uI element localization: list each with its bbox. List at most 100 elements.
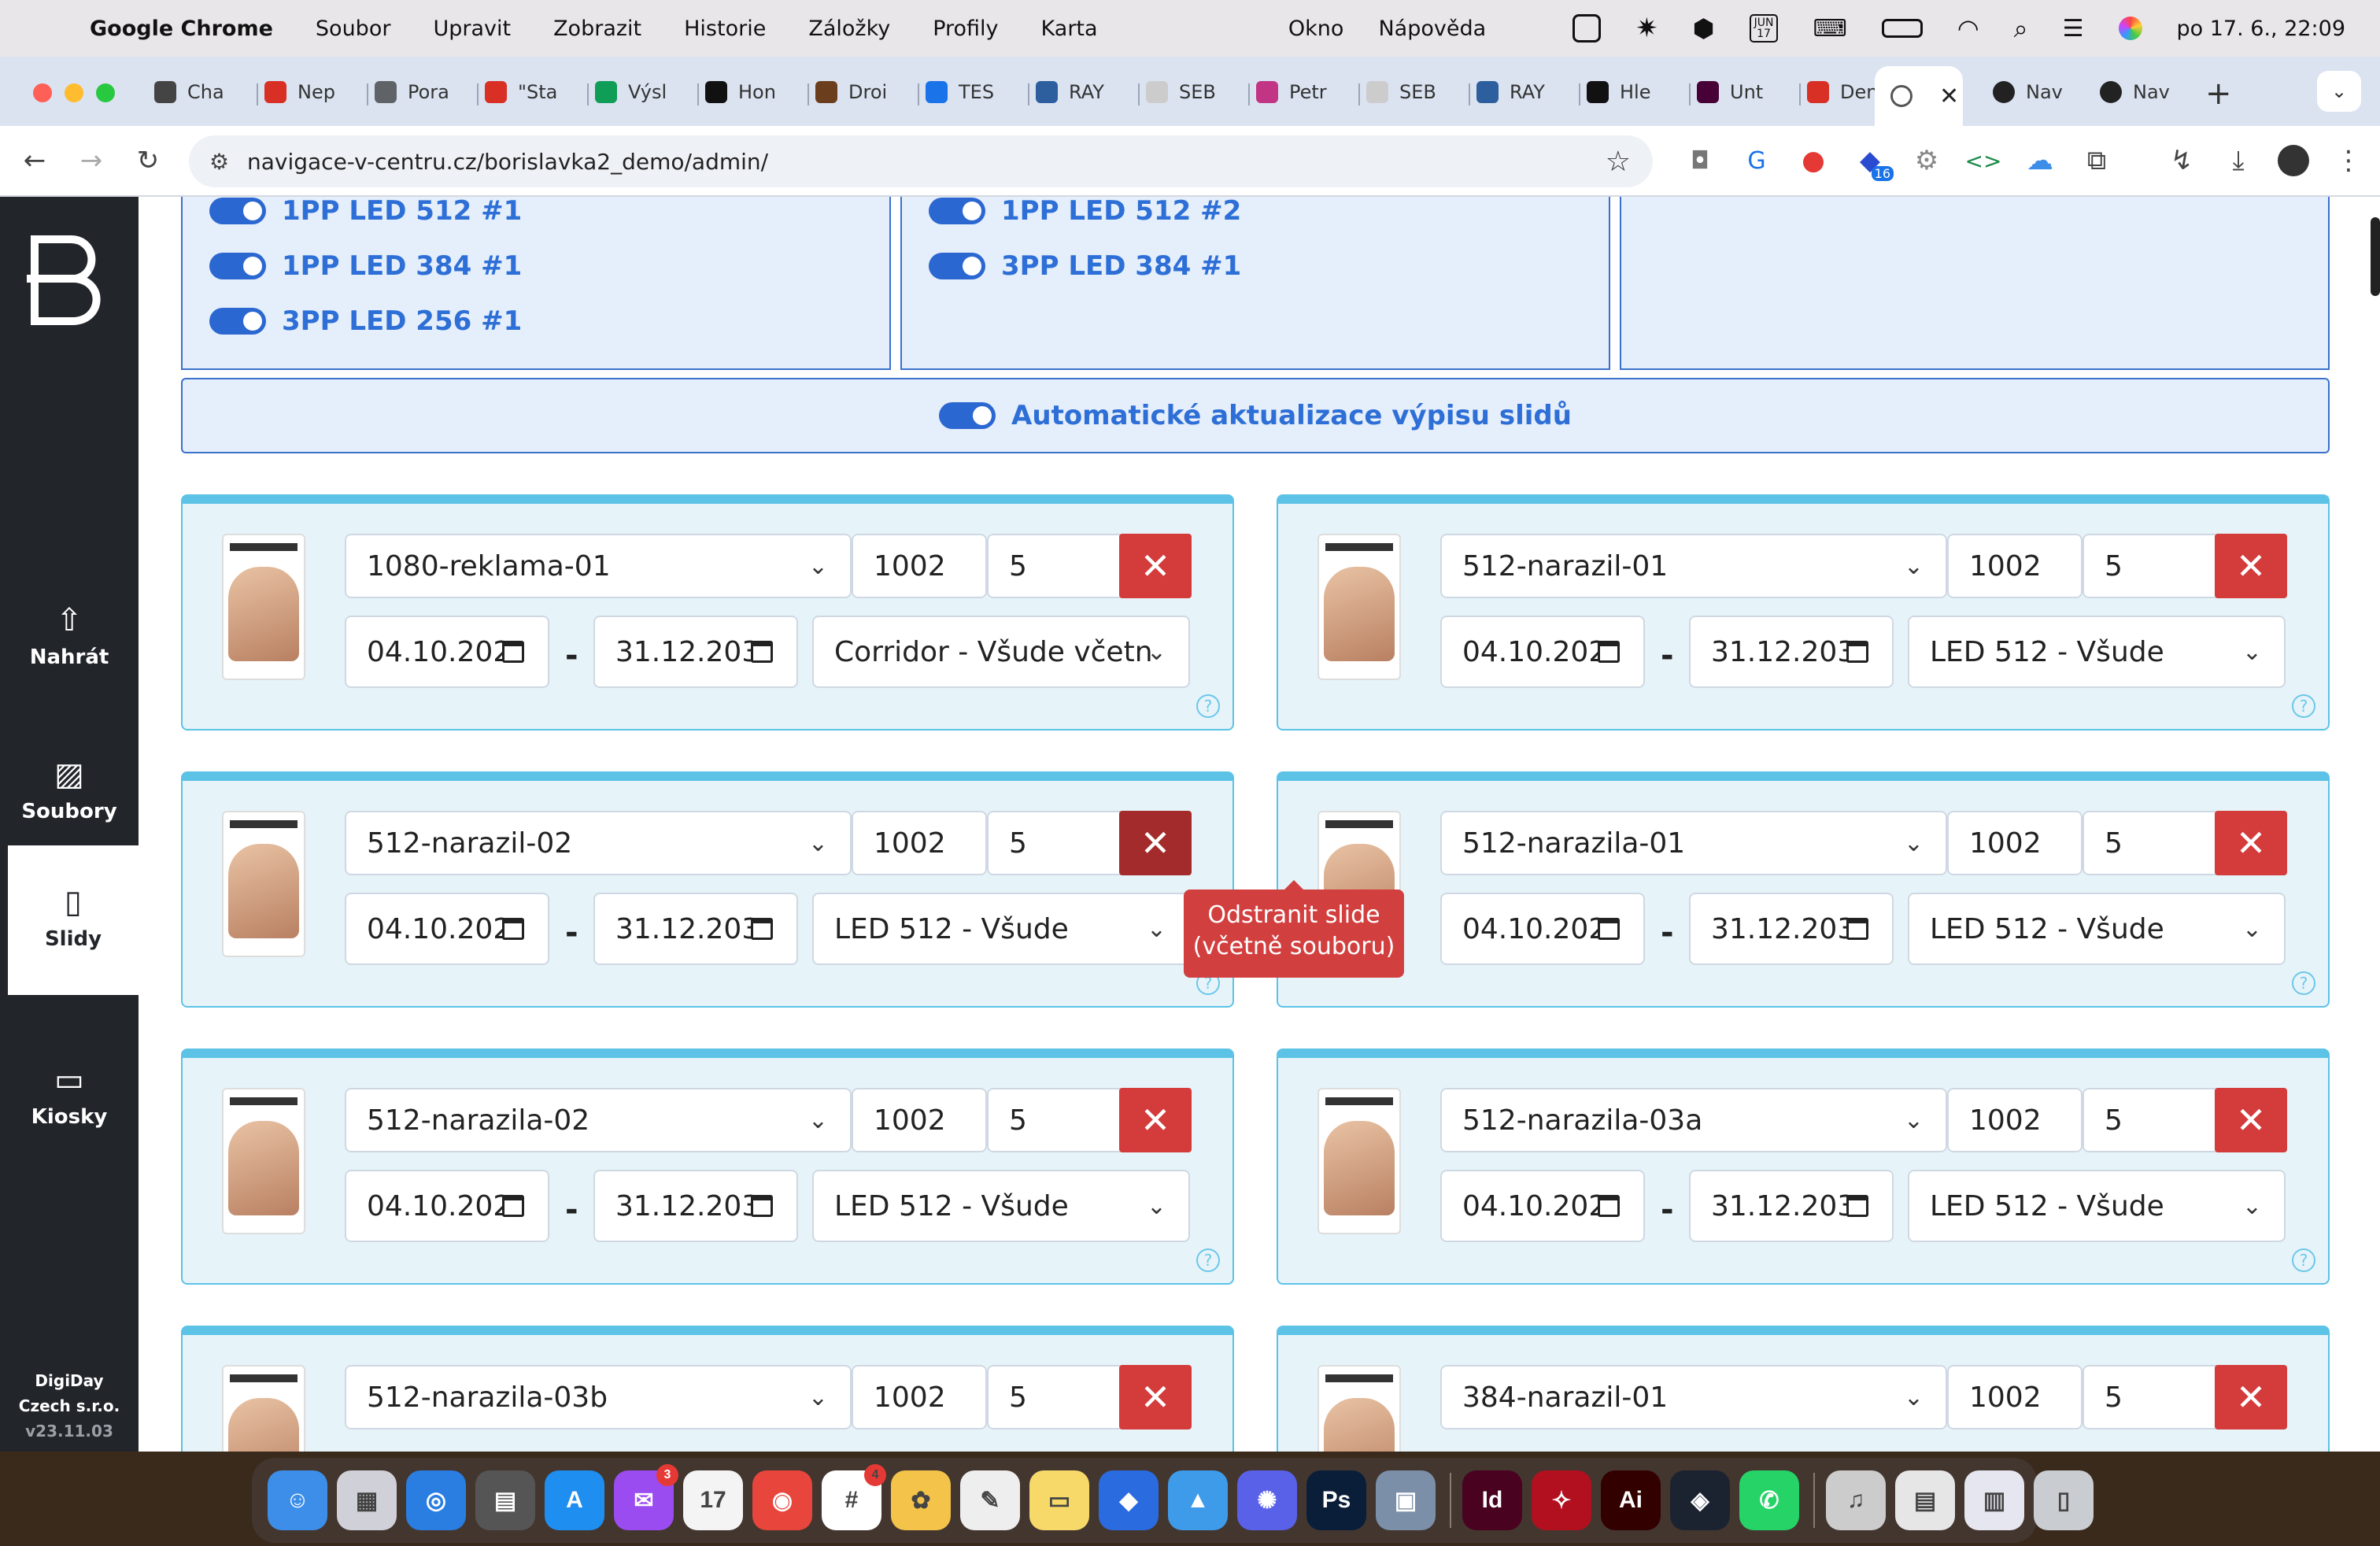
preview-icon[interactable]: ▣ bbox=[1376, 1470, 1436, 1530]
stack-extension-icon[interactable]: ◆ 16 bbox=[1853, 143, 1894, 181]
battery-icon[interactable] bbox=[1881, 19, 1923, 38]
camera-extension-icon[interactable]: ◘ bbox=[1683, 143, 1717, 178]
messenger-icon[interactable]: ✉ 3 bbox=[614, 1464, 678, 1530]
keynote-icon[interactable]: ◆ bbox=[1099, 1470, 1159, 1530]
new-tab-button[interactable]: + bbox=[2205, 76, 2232, 112]
calendar-icon[interactable] bbox=[502, 918, 524, 940]
color-extension-icon[interactable]: ● bbox=[1796, 143, 1831, 178]
slide-thumbnail[interactable] bbox=[1318, 1365, 1401, 1452]
tab-14[interactable]: Unt bbox=[1697, 68, 1794, 117]
code-extension-icon[interactable]: <> bbox=[1965, 143, 2002, 178]
toggle-switch[interactable] bbox=[209, 253, 266, 279]
tab-after-1[interactable]: Nav bbox=[2100, 68, 2194, 117]
menu-historie[interactable]: Historie bbox=[684, 17, 766, 41]
slide-duration-input[interactable]: 5 bbox=[2082, 1365, 2221, 1429]
tab-12[interactable]: RAY bbox=[1476, 68, 1574, 117]
testflight-icon[interactable]: ▲ bbox=[1168, 1470, 1228, 1530]
target-kiosk-select[interactable]: LED 512 - Všude ⌄ bbox=[1908, 893, 2286, 965]
photos-icon[interactable]: ✿ bbox=[891, 1470, 951, 1530]
target-kiosk-select[interactable]: Corridor - Všude včetn ⌄ bbox=[812, 616, 1190, 688]
sidebar-item-slidy[interactable]: ▯ Slidy bbox=[8, 845, 139, 995]
target-kiosk-select[interactable]: LED 512 - Všude ⌄ bbox=[1908, 1170, 2286, 1242]
sun-icon[interactable]: ✷ bbox=[1635, 13, 1658, 44]
slide-thumbnail[interactable] bbox=[222, 534, 305, 680]
help-icon[interactable]: ? bbox=[2292, 694, 2315, 718]
cursor-app-icon[interactable]: ◈ bbox=[1670, 1470, 1730, 1530]
calendar-icon[interactable] bbox=[751, 1195, 773, 1217]
tab-7[interactable]: TES bbox=[926, 68, 1023, 117]
window-thumb-2-icon[interactable]: ▥ bbox=[1964, 1470, 2024, 1530]
slide-id-input[interactable]: 1002 bbox=[1947, 534, 2082, 598]
calendar-icon[interactable]: 17 bbox=[683, 1470, 743, 1530]
slide-name-select[interactable]: 384-narazil-01 ⌄ bbox=[1440, 1365, 1947, 1429]
tab-10[interactable]: Petr bbox=[1256, 68, 1354, 117]
slide-duration-input[interactable]: 5 bbox=[987, 1365, 1125, 1429]
keyboard-icon[interactable]: ⌨ bbox=[1813, 15, 1846, 43]
slide-thumbnail[interactable] bbox=[222, 1365, 305, 1452]
help-icon[interactable]: ? bbox=[1196, 694, 1220, 718]
forward-icon[interactable]: → bbox=[74, 143, 109, 178]
kiosk-toggle-1pp-led-512-1[interactable]: 1PP LED 512 #1 bbox=[209, 197, 522, 227]
toggle-switch[interactable] bbox=[929, 253, 985, 279]
tab-4[interactable]: Výsl bbox=[595, 68, 693, 117]
close-tab-icon[interactable]: ✕ bbox=[1939, 83, 1959, 110]
delete-slide-button[interactable]: ✕ bbox=[2215, 1088, 2287, 1152]
slide-id-input[interactable]: 1002 bbox=[852, 1365, 987, 1429]
slide-thumbnail[interactable] bbox=[1318, 534, 1401, 680]
slide-id-input[interactable]: 1002 bbox=[1947, 811, 2082, 875]
slide-duration-input[interactable]: 5 bbox=[2082, 534, 2221, 598]
close-window-button[interactable] bbox=[33, 83, 52, 102]
translate-extension-icon[interactable]: G bbox=[1739, 143, 1774, 178]
calendar-icon[interactable] bbox=[1598, 918, 1620, 940]
gear-extension-icon[interactable]: ⚙ bbox=[1909, 143, 1944, 178]
menu-napoveda[interactable]: Nápověda bbox=[1378, 17, 1486, 41]
auto-update-toggle[interactable]: Automatické aktualizace výpisu slidů bbox=[939, 400, 1572, 431]
tab-after-0[interactable]: Nav bbox=[1993, 68, 2087, 117]
date-from-input[interactable]: 04.10.202 bbox=[345, 893, 549, 965]
calendar-icon[interactable] bbox=[751, 641, 773, 663]
illustrator-icon[interactable]: Ai bbox=[1601, 1470, 1661, 1530]
tab-8[interactable]: RAY bbox=[1036, 68, 1133, 117]
whatsapp-icon[interactable]: ✆ bbox=[1739, 1470, 1799, 1530]
photoshop-icon[interactable]: Ps bbox=[1306, 1470, 1366, 1530]
chrome-menu-icon[interactable]: ⋮ bbox=[2331, 143, 2366, 178]
slide-name-select[interactable]: 512-narazila-03b ⌄ bbox=[345, 1365, 852, 1429]
kiosk-toggle-3pp-led-256-1[interactable]: 3PP LED 256 #1 bbox=[209, 305, 522, 337]
date-to-input[interactable]: 31.12.203 bbox=[593, 1170, 798, 1242]
date-to-input[interactable]: 31.12.203 bbox=[593, 616, 798, 688]
slide-name-select[interactable]: 1080-reklama-01 ⌄ bbox=[345, 534, 852, 598]
menu-okno[interactable]: Okno bbox=[1288, 17, 1344, 41]
control-center-icon[interactable]: ☰ bbox=[2063, 15, 2084, 43]
menubar-datetime[interactable]: po 17. 6., 22:09 bbox=[2177, 17, 2346, 41]
delete-slide-button[interactable]: ✕ bbox=[2215, 1365, 2287, 1429]
status-app-icon[interactable] bbox=[1572, 14, 1602, 43]
tab-0[interactable]: Cha bbox=[154, 68, 252, 117]
slack-icon[interactable]: #4 bbox=[822, 1464, 886, 1530]
slide-duration-input[interactable]: 5 bbox=[987, 1088, 1125, 1152]
sidebar-item-kiosky[interactable]: ▭ Kiosky bbox=[0, 1023, 139, 1173]
notes-icon[interactable]: ▭ bbox=[1029, 1470, 1089, 1530]
tab-13[interactable]: Hle bbox=[1587, 68, 1684, 117]
tab-9[interactable]: SEB bbox=[1146, 68, 1244, 117]
slide-id-input[interactable]: 1002 bbox=[852, 534, 987, 598]
date-from-input[interactable]: 04.10.202 bbox=[1440, 616, 1645, 688]
safari-icon[interactable]: ◎ bbox=[406, 1470, 466, 1530]
calendar-icon[interactable] bbox=[1598, 641, 1620, 663]
delete-slide-button[interactable]: ✕ bbox=[2215, 534, 2287, 598]
gear-app-icon[interactable]: ✺ bbox=[1237, 1470, 1297, 1530]
download-icon[interactable]: ⤓ bbox=[2221, 143, 2256, 178]
date-to-input[interactable]: 31.12.203 bbox=[1689, 893, 1894, 965]
tab-11[interactable]: SEB bbox=[1366, 68, 1464, 117]
siri-icon[interactable] bbox=[2118, 17, 2142, 40]
profile-avatar[interactable] bbox=[2278, 145, 2309, 176]
minimize-window-button[interactable] bbox=[65, 83, 83, 102]
search-icon[interactable]: ⌕ bbox=[2014, 13, 2028, 44]
kiosk-toggle-1pp-led-384-1[interactable]: 1PP LED 384 #1 bbox=[209, 250, 522, 282]
window-thumb-1-icon[interactable]: ▤ bbox=[1895, 1470, 1955, 1530]
calendar-icon[interactable] bbox=[1598, 1195, 1620, 1217]
menu-soubor[interactable]: Soubor bbox=[316, 17, 391, 41]
date-from-input[interactable]: 04.10.202 bbox=[1440, 893, 1645, 965]
slide-duration-input[interactable]: 5 bbox=[987, 534, 1125, 598]
slide-id-input[interactable]: 1002 bbox=[852, 811, 987, 875]
menu-app-name[interactable]: Google Chrome bbox=[90, 17, 273, 41]
